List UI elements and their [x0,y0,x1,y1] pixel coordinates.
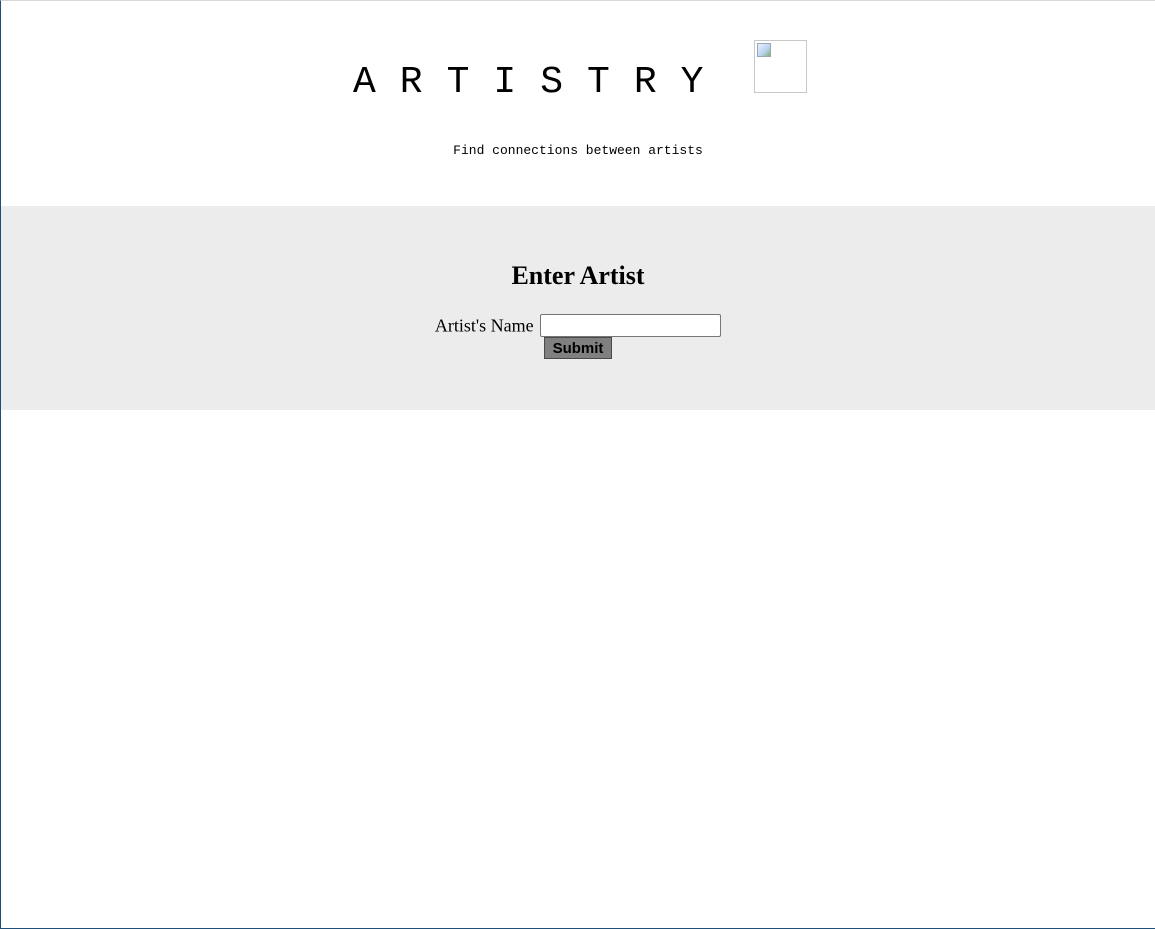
page-header: ARTISTRY Find connections between artist… [1,1,1155,207]
logo-image [754,40,807,93]
submit-row: Submit [1,337,1155,359]
form-heading: Enter Artist [511,261,645,290]
site-tagline: Find connections between artists [453,143,703,158]
submit-button[interactable]: Submit [544,337,612,359]
artist-search-section: Enter Artist Artist's Name Submit [1,206,1155,410]
broken-image-icon [757,43,771,57]
site-logo-title: ARTISTRY [353,61,728,104]
artist-field-row: Artist's Name [1,314,1155,338]
artist-name-input[interactable] [540,314,722,338]
artist-name-label: Artist's Name [434,315,534,336]
